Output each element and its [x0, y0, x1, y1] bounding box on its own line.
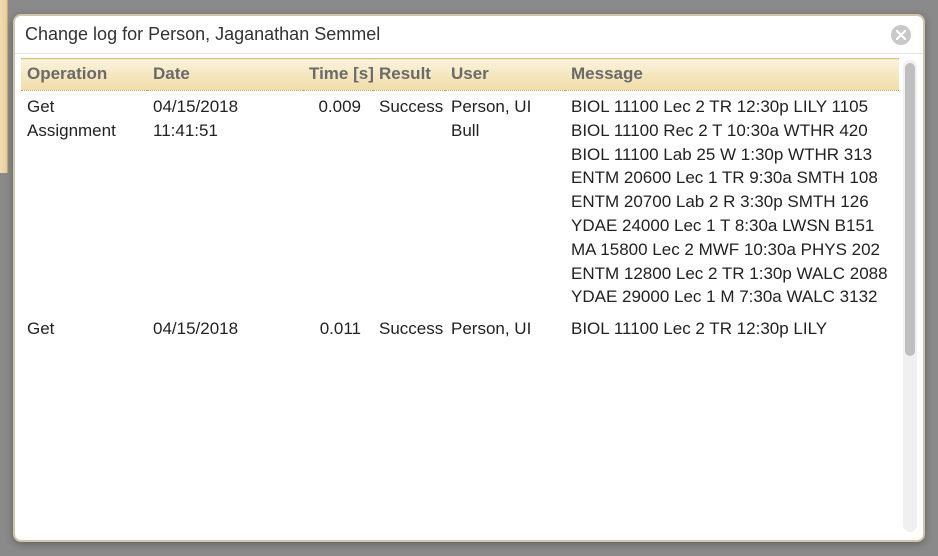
cell-operation: Get Assignment: [21, 91, 147, 314]
message-line: BIOL 11100 Lec 2 TR 12:30p LILY 1105: [571, 95, 893, 119]
table-header-row: Operation Date Time [s] Result User Mess…: [21, 59, 899, 91]
cell-result: Success: [373, 313, 445, 345]
cell-date: 04/15/2018: [147, 313, 303, 345]
cell-user: Person, UI Bull: [445, 91, 565, 314]
dialog-title-bar: Change log for Person, Jaganathan Semmel: [15, 16, 923, 54]
message-line: MA 15800 Lec 2 MWF 10:30a PHYS 202: [571, 238, 893, 262]
dialog-body: Operation Date Time [s] Result User Mess…: [15, 54, 923, 540]
message-line: BIOL 11100 Lec 2 TR 12:30p LILY: [571, 317, 893, 341]
cell-time: 0.009: [303, 91, 373, 314]
background-panel-edge: [0, 0, 8, 173]
message-line: BIOL 11100 Lab 25 W 1:30p WTHR 313: [571, 143, 893, 167]
table-row: Get04/15/20180.011SuccessPerson, UIBIOL …: [21, 313, 899, 345]
cell-message: BIOL 11100 Lec 2 TR 12:30p LILY: [565, 313, 899, 345]
message-line: YDAE 29000 Lec 1 M 7:30a WALC 3132: [571, 285, 893, 309]
col-header-user[interactable]: User: [445, 59, 565, 91]
scrollbar-thumb[interactable]: [905, 63, 915, 356]
table-body: Get Assignment04/15/2018 11:41:510.009Su…: [21, 91, 899, 345]
cell-operation: Get: [21, 313, 147, 345]
col-header-result[interactable]: Result: [373, 59, 445, 91]
cell-user: Person, UI: [445, 313, 565, 345]
cell-message: BIOL 11100 Lec 2 TR 12:30p LILY 1105BIOL…: [565, 91, 899, 314]
cell-result: Success: [373, 91, 445, 314]
table-scroll-wrapper: Operation Date Time [s] Result User Mess…: [21, 58, 917, 534]
col-header-operation[interactable]: Operation: [21, 59, 147, 91]
changelog-dialog: Change log for Person, Jaganathan Semmel…: [13, 14, 925, 542]
col-header-message[interactable]: Message: [565, 59, 899, 91]
changelog-table: Operation Date Time [s] Result User Mess…: [21, 58, 899, 345]
col-header-time[interactable]: Time [s]: [303, 59, 373, 91]
cell-date: 04/15/2018 11:41:51: [147, 91, 303, 314]
table-container: Operation Date Time [s] Result User Mess…: [21, 58, 899, 534]
message-line: ENTM 20700 Lab 2 R 3:30p SMTH 126: [571, 190, 893, 214]
message-line: ENTM 12800 Lec 2 TR 1:30p WALC 2088: [571, 262, 893, 286]
message-line: ENTM 20600 Lec 1 TR 9:30a SMTH 108: [571, 166, 893, 190]
cell-time: 0.011: [303, 313, 373, 345]
vertical-scrollbar[interactable]: [903, 60, 917, 532]
message-line: BIOL 11100 Rec 2 T 10:30a WTHR 420: [571, 119, 893, 143]
message-line: YDAE 24000 Lec 1 T 8:30a LWSN B151: [571, 214, 893, 238]
close-icon: [896, 30, 906, 40]
table-row: Get Assignment04/15/2018 11:41:510.009Su…: [21, 91, 899, 314]
close-button[interactable]: [891, 25, 911, 45]
col-header-date[interactable]: Date: [147, 59, 303, 91]
dialog-title: Change log for Person, Jaganathan Semmel: [25, 24, 380, 45]
